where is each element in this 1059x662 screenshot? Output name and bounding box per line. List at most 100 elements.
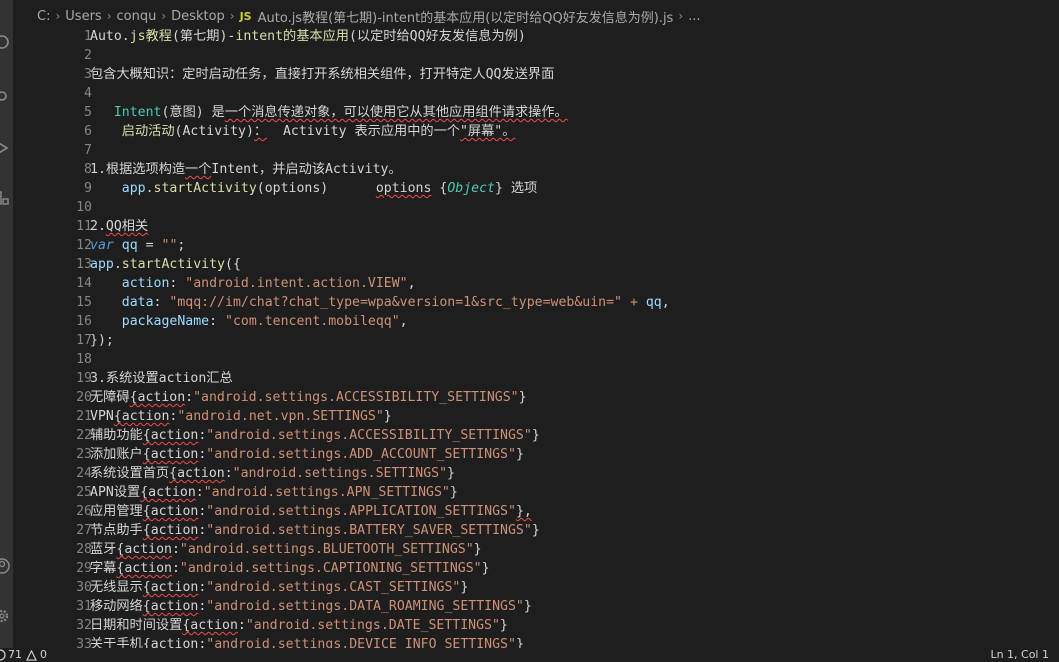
code-line[interactable]: 17});: [13, 331, 1059, 350]
line-code: 2.QQ相关: [90, 217, 148, 236]
line-number: 14: [76, 276, 92, 291]
code-token: }: [481, 561, 490, 576]
js-file-icon: JS: [239, 9, 252, 23]
code-token: (options): [256, 181, 376, 196]
line-number: 12: [76, 238, 92, 253]
code-line[interactable]: 30 无线显示{action:"android.settings.CAST_SET…: [13, 578, 1059, 597]
code-token: :: [153, 295, 170, 310]
breadcrumb-item-desktop[interactable]: Desktop: [171, 9, 225, 24]
code-token: .: [113, 257, 122, 272]
code-line[interactable]: 20 无障碍{action:"android.settings.ACCESSIBI…: [13, 388, 1059, 407]
code-line[interactable]: 19 3.系统设置action汇总: [13, 369, 1059, 388]
code-token: {action: [116, 561, 172, 576]
code-line[interactable]: 12 var qq = "";: [13, 236, 1059, 255]
breadcrumb-item-more[interactable]: ...: [688, 9, 700, 24]
code-token: {action: [142, 580, 199, 595]
code-line[interactable]: 32 日期和时间设置{action:"android.settings.DATE_…: [13, 616, 1059, 635]
status-bar: 71 0 Ln 1, Col 1: [0, 648, 1059, 662]
code-token: {action: [140, 485, 196, 500]
code-token: Object: [447, 181, 495, 196]
code-line[interactable]: 21 VPN{action:"android.net.vpn.SETTINGS"}: [13, 407, 1059, 426]
code-line[interactable]: 11 2.QQ相关: [13, 217, 1059, 236]
code-line[interactable]: 33 关于手机{action:"android.settings.DEVICE_I…: [13, 635, 1059, 648]
line-number: 3: [84, 67, 92, 82]
settings-gear-icon[interactable]: [0, 608, 10, 624]
code-token: }: [383, 409, 392, 424]
line-number: 5: [84, 105, 92, 120]
code-token: app: [90, 257, 114, 272]
code-token: }: [449, 485, 458, 500]
code-line[interactable]: 5 Intent(意图) 是一个消息传递对象，可以使用它从其他应用组件请求操作。: [13, 103, 1059, 122]
code-line[interactable]: 9 app.startActivity(options) options {Ob…: [13, 179, 1059, 198]
line-number: 6: [84, 124, 92, 139]
code-token: intent的基本应用: [235, 29, 349, 44]
code-token: "android.settings.ACCESSIBILITY_SETTINGS…: [193, 390, 519, 405]
code-token: qq: [645, 295, 662, 310]
code-line[interactable]: 24 系统设置首页{action:"android.settings.SETTIN…: [13, 464, 1059, 483]
code-token: }: [531, 428, 540, 443]
code-token: :: [169, 276, 186, 291]
code-line[interactable]: 22 辅助功能{action:"android.settings.ACCESSIB…: [13, 426, 1059, 445]
line-code: app.startActivity({: [90, 255, 241, 274]
code-line[interactable]: 29 字幕{action:"android.settings.CAPTIONING…: [13, 559, 1059, 578]
line-code: 应用管理{action:"android.settings.APPLICATIO…: [90, 502, 532, 521]
code-line[interactable]: 23 添加账户{action:"android.settings.ADD_ACCO…: [13, 445, 1059, 464]
code-token: ({: [225, 257, 241, 272]
breadcrumb-item-user[interactable]: conqu: [117, 9, 157, 24]
code-token: "android.settings.DATA_ROAMING_SETTINGS": [206, 599, 524, 614]
code-token: packageName: [121, 314, 210, 329]
code-line[interactable]: 10: [13, 198, 1059, 217]
code-line[interactable]: 6 启动活动(Activity)： Activity 表示应用中的一个"屏幕"。: [13, 122, 1059, 141]
code-token: "android.settings.CAST_SETTINGS": [206, 580, 461, 595]
line-number: 13: [76, 257, 92, 272]
code-line[interactable]: 15 data: "mqq://im/chat?chat_type=wpa&ve…: [13, 293, 1059, 312]
code-line[interactable]: 31 移动网络{action:"android.settings.DATA_ROA…: [13, 597, 1059, 616]
line-code: 添加账户{action:"android.settings.ADD_ACCOUN…: [90, 445, 524, 464]
source-control-icon[interactable]: [0, 88, 10, 104]
line-number: 27: [76, 523, 92, 538]
problems-indicator[interactable]: 71 0: [0, 648, 47, 662]
extensions-icon[interactable]: [0, 190, 10, 206]
line-code: Intent(意图) 是一个消息传递对象，可以使用它从其他应用组件请求操作。: [90, 103, 568, 122]
line-code: app.startActivity(options) options {Obje…: [90, 179, 537, 198]
code-line[interactable]: 2: [13, 46, 1059, 65]
code-token: Intent: [113, 105, 162, 120]
code-line[interactable]: 3 包含大概知识：定时启动任务，直接打开系统相关组件，打开特定人QQ发送界面: [13, 65, 1059, 84]
chevron-right-icon: ›: [106, 9, 112, 23]
breadcrumb-item-file[interactable]: Auto.js教程(第七期)-intent的基本应用(以定时给QQ好友发信息为例…: [258, 7, 674, 26]
run-debug-icon[interactable]: [0, 140, 10, 156]
breadcrumb-item-drive[interactable]: C:: [37, 9, 50, 24]
code-token: :: [195, 485, 204, 500]
code-line[interactable]: 25 APN设置{action:"android.settings.APN_SET…: [13, 483, 1059, 502]
code-token: "android.settings.BATTERY_SAVER_SETTINGS…: [206, 523, 532, 538]
code-token: "android.settings.ACCESSIBILITY_SETTINGS…: [206, 428, 532, 443]
code-token: :: [237, 618, 246, 633]
code-line[interactable]: 18: [13, 350, 1059, 369]
code-line[interactable]: 1 Auto.js教程(第七期)-intent的基本应用(以定时给QQ好友发信息为…: [13, 27, 1059, 46]
code-line[interactable]: 13 app.startActivity({: [13, 255, 1059, 274]
line-number: 30: [76, 580, 92, 595]
line-code: VPN{action:"android.net.vpn.SETTINGS"}: [90, 407, 392, 426]
code-line[interactable]: 4: [13, 84, 1059, 103]
code-line[interactable]: 27 节点助手{action:"android.settings.BATTERY_…: [13, 521, 1059, 540]
code-line[interactable]: 16 packageName: "com.tencent.mobileqq",: [13, 312, 1059, 331]
line-number: 17: [76, 333, 92, 348]
code-line[interactable]: 7: [13, 141, 1059, 160]
line-code: Auto.js教程(第七期)-intent的基本应用(以定时给QQ好友发信息为例…: [90, 27, 526, 46]
code-line[interactable]: 28 蓝牙{action:"android.settings.BLUETOOTH_…: [13, 540, 1059, 559]
account-icon[interactable]: [0, 558, 10, 574]
code-token: "屏幕"。: [459, 124, 516, 139]
code-line[interactable]: 14 action: "android.intent.action.VIEW",: [13, 274, 1059, 293]
search-icon[interactable]: [0, 34, 10, 50]
breadcrumb-item-users[interactable]: Users: [65, 9, 101, 24]
code-token: 系统设置首页: [90, 466, 170, 481]
code-editor[interactable]: 1 Auto.js教程(第七期)-intent的基本应用(以定时给QQ好友发信息为…: [13, 26, 1059, 648]
cursor-position[interactable]: Ln 1, Col 1: [990, 648, 1049, 662]
code-line[interactable]: 8 1.根据选项构造一个Intent，并启动该Activity。: [13, 160, 1059, 179]
code-token: 无障碍: [90, 390, 130, 405]
code-line[interactable]: 26 应用管理{action:"android.settings.APPLICAT…: [13, 502, 1059, 521]
